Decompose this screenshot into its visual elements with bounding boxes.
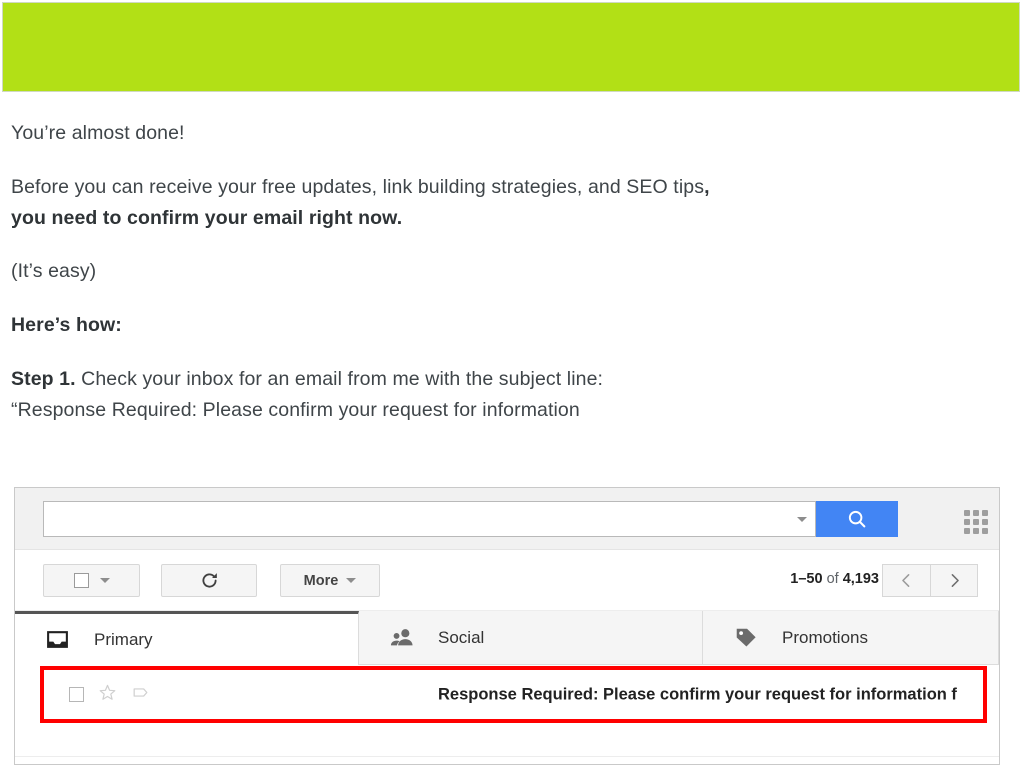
inbox-icon	[42, 627, 72, 652]
email-body: You’re almost done! Before you can recei…	[11, 118, 1001, 426]
email-paragraph-confirm: Before you can receive your free updates…	[11, 172, 1001, 234]
tab-promotions[interactable]: Promotions	[703, 611, 999, 665]
checkbox-icon	[73, 573, 89, 588]
chevron-down-icon[interactable]	[789, 502, 815, 536]
star-outline-icon[interactable]	[98, 683, 117, 707]
apps-grid-icon[interactable]	[964, 510, 988, 534]
more-button[interactable]: More	[280, 564, 380, 597]
email-heading: You’re almost done!	[11, 122, 185, 144]
email-step-one: Step 1. Check your inbox for an email fr…	[11, 364, 1001, 426]
search-input[interactable]	[44, 503, 789, 535]
highlight-box: Response Required: Please confirm your r…	[40, 666, 987, 723]
previous-page-button[interactable]	[882, 564, 930, 597]
chevron-down-icon	[346, 578, 357, 583]
step-quote: “Response Required: Please confirm your …	[11, 399, 580, 421]
chevron-right-icon	[951, 574, 959, 587]
row-controls	[44, 683, 150, 707]
search-field[interactable]	[43, 501, 816, 537]
pagination-of: of	[826, 571, 839, 587]
tab-primary-label: Primary	[94, 629, 153, 649]
checkbox-icon[interactable]	[69, 687, 84, 702]
people-icon	[386, 624, 416, 651]
search-icon	[848, 510, 866, 528]
email-paragraph-easy: (It’s easy)	[11, 260, 97, 282]
tab-social[interactable]: Social	[359, 611, 703, 665]
paragraph-plain-text: Before you can receive your free updates…	[11, 176, 705, 198]
paragraph-bold-text: you need to confirm your email right now…	[11, 207, 403, 229]
pagination-range: 1–50	[790, 571, 823, 587]
tab-primary[interactable]: Primary	[15, 611, 359, 665]
chevron-left-icon	[902, 574, 910, 587]
paragraph-bold-comma: ,	[704, 176, 710, 198]
chevron-down-icon	[99, 578, 110, 583]
tab-social-label: Social	[438, 627, 485, 647]
green-header-banner	[2, 2, 1020, 92]
tab-promotions-label: Promotions	[782, 627, 868, 647]
next-page-button[interactable]	[930, 564, 978, 597]
list-bottom-divider	[15, 756, 999, 764]
step-text: Check your inbox for an email from me wi…	[81, 368, 604, 390]
pagination-count: 1–50 of 4,193	[790, 571, 879, 587]
more-label: More	[303, 572, 339, 589]
email-subject[interactable]: Response Required: Please confirm your r…	[438, 685, 957, 704]
importance-marker-icon[interactable]	[131, 683, 150, 707]
select-all-button[interactable]	[43, 564, 140, 597]
gmail-category-tabs: Primary Social Promotions	[15, 611, 999, 665]
email-heres-how: Here’s how:	[11, 314, 122, 336]
table-row[interactable]: Response Required: Please confirm your r…	[44, 670, 983, 719]
gmail-screenshot: More 1–50 of 4,193 Primary Social Promot…	[14, 487, 1000, 765]
refresh-button[interactable]	[161, 564, 257, 597]
search-button[interactable]	[816, 501, 898, 537]
tag-icon	[730, 624, 760, 651]
gmail-toolbar: More 1–50 of 4,193	[15, 550, 999, 611]
pagination-total: 4,193	[842, 571, 879, 587]
gmail-search-bar	[15, 488, 999, 550]
step-label: Step 1.	[11, 368, 76, 390]
gmail-message-list: Response Required: Please confirm your r…	[15, 665, 999, 764]
refresh-icon	[201, 573, 217, 588]
